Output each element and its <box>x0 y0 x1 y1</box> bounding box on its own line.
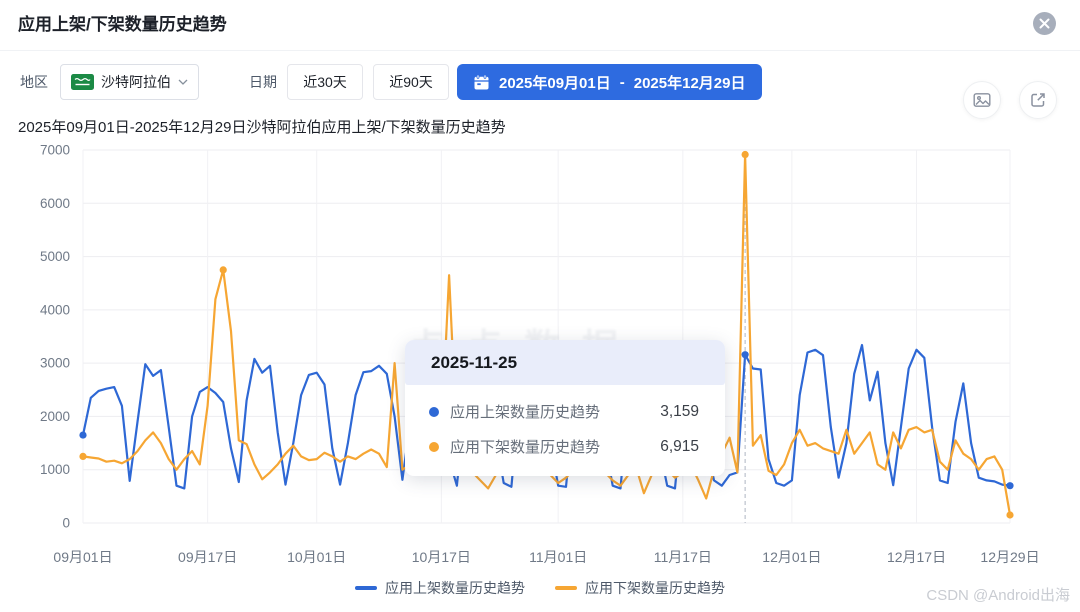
tooltip-row-label: 应用上架数量历史趋势 <box>450 401 600 422</box>
region-label: 地区 <box>20 72 48 92</box>
open-external-button[interactable] <box>1019 81 1057 119</box>
date-range-end: 2025年12月29日 <box>634 72 746 93</box>
date-label: 日期 <box>249 72 277 92</box>
svg-text:10月01日: 10月01日 <box>287 549 346 565</box>
chart-legend: 应用上架数量历史趋势 应用下架数量历史趋势 <box>0 578 1080 598</box>
trend-modal: 应用上架/下架数量历史趋势 地区 沙特阿拉伯 日期 近30天 近90天 <box>0 0 1080 612</box>
tooltip-row-listed: 应用上架数量历史趋势 3,159 <box>405 394 725 429</box>
tooltip-body: 应用上架数量历史趋势 3,159 应用下架数量历史趋势 6,915 <box>405 385 725 476</box>
svg-text:12月29日: 12月29日 <box>980 549 1039 565</box>
date-range-picker[interactable]: 2025年09月01日 - 2025年12月29日 <box>457 64 762 100</box>
svg-text:2000: 2000 <box>40 409 70 424</box>
range-90d-button[interactable]: 近90天 <box>373 64 449 100</box>
svg-text:0: 0 <box>62 516 70 531</box>
svg-text:4000: 4000 <box>40 302 70 317</box>
svg-text:1000: 1000 <box>40 462 70 477</box>
close-icon <box>1039 18 1050 29</box>
legend-swatch-icon <box>355 586 377 591</box>
legend-label: 应用上架数量历史趋势 <box>385 578 525 598</box>
tooltip-row-value: 3,159 <box>660 403 699 421</box>
svg-text:5000: 5000 <box>40 249 70 264</box>
chart-tooltip: 2025-11-25 应用上架数量历史趋势 3,159 应用下架数量历史趋势 6… <box>405 340 725 476</box>
calendar-icon <box>473 74 490 91</box>
svg-text:6000: 6000 <box>40 196 70 211</box>
region-value: 沙特阿拉伯 <box>101 72 171 92</box>
saudi-flag-icon <box>71 74 94 90</box>
date-range-start: 2025年09月01日 <box>499 72 611 93</box>
chevron-down-icon <box>178 79 188 85</box>
svg-text:12月17日: 12月17日 <box>887 549 946 565</box>
export-image-button[interactable] <box>963 81 1001 119</box>
tooltip-row-value: 6,915 <box>660 438 699 456</box>
close-button[interactable] <box>1033 12 1056 35</box>
tooltip-row-label: 应用下架数量历史趋势 <box>450 436 600 457</box>
external-link-icon <box>1029 91 1047 109</box>
tooltip-date: 2025-11-25 <box>405 340 725 385</box>
legend-item[interactable]: 应用下架数量历史趋势 <box>555 578 725 598</box>
svg-text:09月01日: 09月01日 <box>53 549 112 565</box>
svg-text:3000: 3000 <box>40 356 70 371</box>
svg-text:09月17日: 09月17日 <box>178 549 237 565</box>
svg-text:11月17日: 11月17日 <box>654 549 712 565</box>
svg-text:11月01日: 11月01日 <box>529 549 587 565</box>
svg-text:10月17日: 10月17日 <box>412 549 471 565</box>
modal-header: 应用上架/下架数量历史趋势 <box>0 0 1080 51</box>
page-title: 应用上架/下架数量历史趋势 <box>18 0 227 50</box>
chart-area: 0 1000 2000 3000 4000 5000 6000 7000 09月01日 09月17… <box>0 138 1080 580</box>
region-select[interactable]: 沙特阿拉伯 <box>60 64 199 100</box>
svg-text:7000: 7000 <box>40 143 70 158</box>
legend-item[interactable]: 应用上架数量历史趋势 <box>355 578 525 598</box>
legend-swatch-icon <box>555 586 577 591</box>
chart-subtitle: 2025年09月01日-2025年12月29日沙特阿拉伯应用上架/下架数量历史趋… <box>18 116 506 137</box>
range-30d-button[interactable]: 近30天 <box>287 64 363 100</box>
tooltip-row-delisted: 应用下架数量历史趋势 6,915 <box>405 429 725 464</box>
date-range-separator: - <box>620 74 625 91</box>
filter-bar: 地区 沙特阿拉伯 日期 近30天 近90天 2025年09月01日 <box>20 64 762 100</box>
image-icon <box>973 91 991 109</box>
orange-series-dot-icon <box>429 442 439 452</box>
svg-text:12月01日: 12月01日 <box>762 549 821 565</box>
corner-watermark: CSDN @Android出海 <box>926 584 1070 605</box>
blue-series-dot-icon <box>429 407 439 417</box>
legend-label: 应用下架数量历史趋势 <box>585 578 725 598</box>
